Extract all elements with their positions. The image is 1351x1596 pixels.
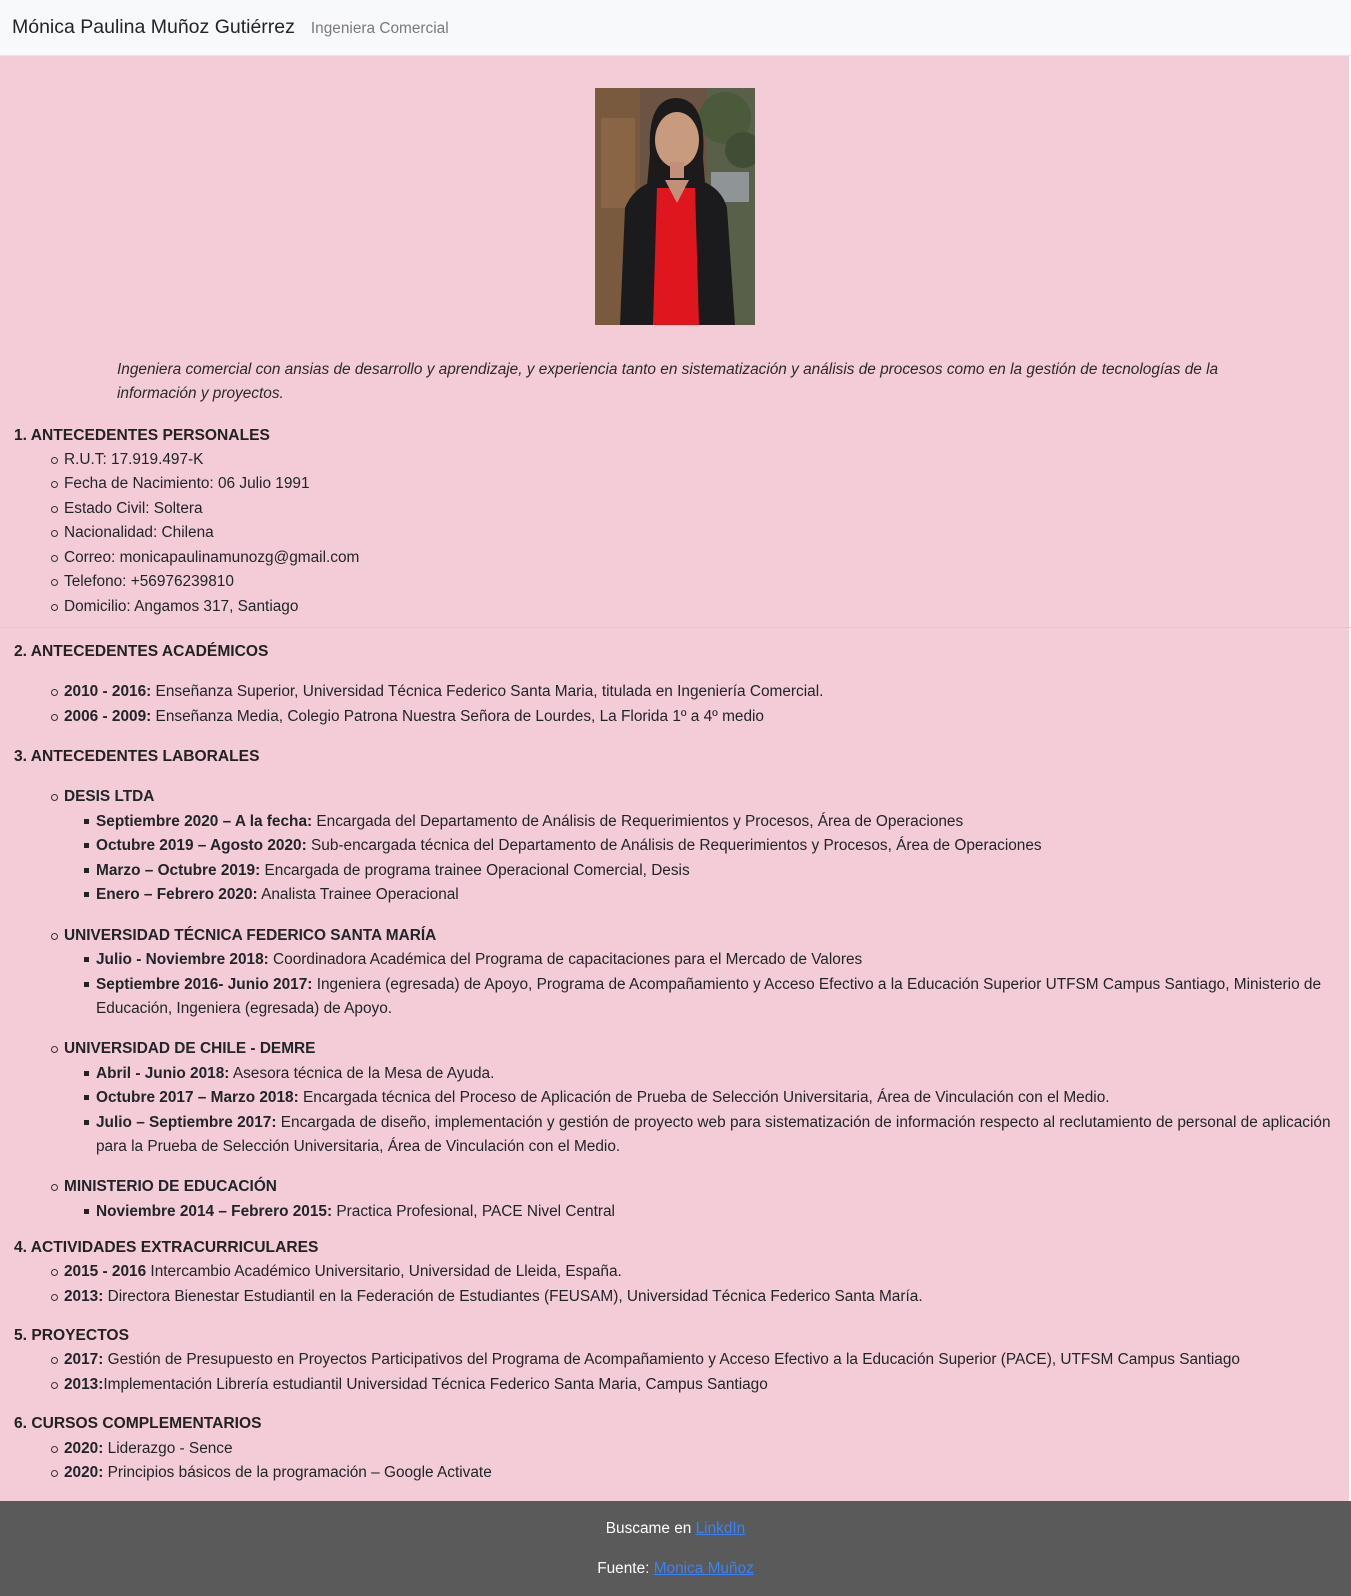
job-item: Septiembre 2020 – A la fecha: Encargada … <box>83 810 964 834</box>
job-item: Septiembre 2016- Junio 2017: Ingeniera (… <box>84 973 1351 1021</box>
list-item-birthdate: Fecha de Nacimiento: 06 Julio 1991 <box>51 472 310 496</box>
section-title-personal: 1. ANTECEDENTES PERSONALES <box>14 427 270 444</box>
item-label: 2020: <box>64 1440 104 1457</box>
job-item: Julio – Septiembre 2017: Encargada de di… <box>84 1111 1351 1159</box>
item-text: Coordinadora Académica del Programa de c… <box>268 951 863 968</box>
item-text: Encargada del Departamento de Análisis d… <box>312 813 964 830</box>
item-label: 2010 - 2016: <box>64 683 152 700</box>
item-text: Encargada técnica del Proceso de Aplicac… <box>298 1089 1110 1106</box>
section-title-academic: 2. ANTECEDENTES ACADÉMICOS <box>14 643 269 660</box>
list-item-civil-status: Estado Civil: Soltera <box>51 497 203 521</box>
list-item: 2006 - 2009: Enseñanza Media, Colegio Pa… <box>51 705 764 729</box>
section-title-extracurricular: 4. ACTIVIDADES EXTRACURRICULARES <box>14 1239 319 1256</box>
profile-photo <box>595 88 755 325</box>
org-name: UNIVERSIDAD TÉCNICA FEDERICO SANTA MARÍA <box>50 924 436 948</box>
profession-subtitle: Ingeniera Comercial <box>310 19 449 37</box>
job-item: Noviembre 2014 – Febrero 2015: Practica … <box>84 1200 615 1224</box>
list-item: 2020: Liderazgo - Sence <box>51 1437 233 1461</box>
job-item: Octubre 2017 – Marzo 2018: Encargada téc… <box>84 1086 1110 1110</box>
list-item: 2017: Gestión de Presupuesto en Proyecto… <box>51 1348 1240 1372</box>
list-item: 2013:Implementación Librería estudiantil… <box>51 1373 768 1397</box>
item-label: Julio - Noviembre 2018: <box>96 951 269 968</box>
brand-name[interactable]: Mónica Paulina Muñoz Gutiérrez <box>12 16 295 39</box>
section-title-courses: 6. CURSOS COMPLEMENTARIOS <box>14 1415 262 1432</box>
job-item: Enero – Febrero 2020: Analista Trainee O… <box>84 883 459 907</box>
job-item: Julio - Noviembre 2018: Coordinadora Aca… <box>83 948 863 972</box>
item-label: 2020: <box>64 1464 104 1481</box>
section-title-work: 3. ANTECEDENTES LABORALES <box>14 748 260 765</box>
item-text: Implementación Librería estudiantil Univ… <box>103 1376 768 1393</box>
list-item: 2013: Directora Bienestar Estudiantil en… <box>51 1285 923 1309</box>
list-item-nationality: Nacionalidad: Chilena <box>51 521 214 545</box>
footer: Buscame en LinkdIn Fuente: Monica Muñoz <box>0 1501 1351 1596</box>
list-item: 2015 - 2016 Intercambio Académico Univer… <box>51 1260 622 1284</box>
org-name: MINISTERIO DE EDUCACIÓN <box>51 1175 277 1199</box>
item-label: Julio – Septiembre 2017: <box>96 1114 277 1131</box>
item-label: Septiembre 2016- Junio 2017: <box>96 976 313 993</box>
job-item: Marzo – Octubre 2019: Encargada de progr… <box>84 859 690 883</box>
item-text: Encargada de programa trainee Operaciona… <box>260 862 690 879</box>
item-label: Abril - Junio 2018: <box>96 1065 230 1082</box>
item-label: Octubre 2017 – Marzo 2018: <box>96 1089 299 1106</box>
list-item-rut: R.U.T: 17.919.497-K <box>50 448 203 472</box>
item-text: Encargada de diseño, implementación y ge… <box>96 1114 1331 1155</box>
section-title-projects: 5. PROYECTOS <box>14 1327 129 1344</box>
item-text: Intercambio Académico Universitario, Uni… <box>146 1263 622 1280</box>
item-text: Principios básicos de la programación – … <box>103 1464 492 1481</box>
source-link[interactable]: Monica Muñoz <box>654 1560 754 1577</box>
item-text: Directora Bienestar Estudiantil en la Fe… <box>103 1288 923 1305</box>
footer-source: Fuente: Monica Muñoz <box>0 1557 1351 1581</box>
item-text: Gestión de Presupuesto en Proyectos Part… <box>103 1351 1240 1368</box>
item-text: Practica Profesional, PACE Nivel Central <box>332 1203 615 1220</box>
list-item-address: Domicilio: Angamos 317, Santiago <box>50 595 298 619</box>
job-item: Abril - Junio 2018: Asesora técnica de l… <box>83 1062 495 1086</box>
item-text: Enseñanza Media, Colegio Patrona Nuestra… <box>151 708 764 725</box>
item-label: 2013: <box>64 1376 104 1393</box>
item-label: 2013: <box>64 1288 104 1305</box>
item-text: Analista Trainee Operacional <box>257 886 459 903</box>
navbar: Mónica Paulina Muñoz Gutiérrez Ingeniera… <box>0 0 1351 56</box>
linkedin-link[interactable]: LinkdIn <box>696 1520 746 1537</box>
item-text: Enseñanza Superior, Universidad Técnica … <box>151 683 824 700</box>
list-item: 2010 - 2016: Enseñanza Superior, Univers… <box>50 680 824 704</box>
item-label: 2015 - 2016 <box>64 1263 147 1280</box>
divider <box>0 627 1351 628</box>
list-item-phone: Telefono: +56976239810 <box>51 570 234 594</box>
item-text: Liderazgo - Sence <box>103 1440 233 1457</box>
item-label: Septiembre 2020 – A la fecha: <box>96 813 313 830</box>
list-item: 2020: Principios básicos de la programac… <box>51 1461 492 1485</box>
item-label: Enero – Febrero 2020: <box>96 886 258 903</box>
item-text: Asesora técnica de la Mesa de Ayuda. <box>229 1065 495 1082</box>
item-label: 2006 - 2009: <box>64 708 152 725</box>
org-name: UNIVERSIDAD DE CHILE - DEMRE <box>50 1037 315 1061</box>
org-name: DESIS LTDA <box>50 785 154 809</box>
summary-text: Ingeniera comercial con ansias de desarr… <box>117 361 1219 402</box>
footer-find-prefix: Buscame en <box>605 1520 696 1537</box>
footer-find: Buscame en LinkdIn <box>0 1517 1351 1541</box>
item-label: 2017: <box>64 1351 104 1368</box>
list-item-email: Correo: monicapaulinamunozg@gmail.com <box>50 546 359 570</box>
job-item: Octubre 2019 – Agosto 2020: Sub-encargad… <box>84 834 1042 858</box>
item-label: Marzo – Octubre 2019: <box>96 862 261 879</box>
item-text: Sub-encargada técnica del Departamento d… <box>306 837 1042 854</box>
item-label: Octubre 2019 – Agosto 2020: <box>96 837 307 854</box>
footer-source-prefix: Fuente: <box>597 1560 654 1577</box>
item-label: Noviembre 2014 – Febrero 2015: <box>96 1203 333 1220</box>
